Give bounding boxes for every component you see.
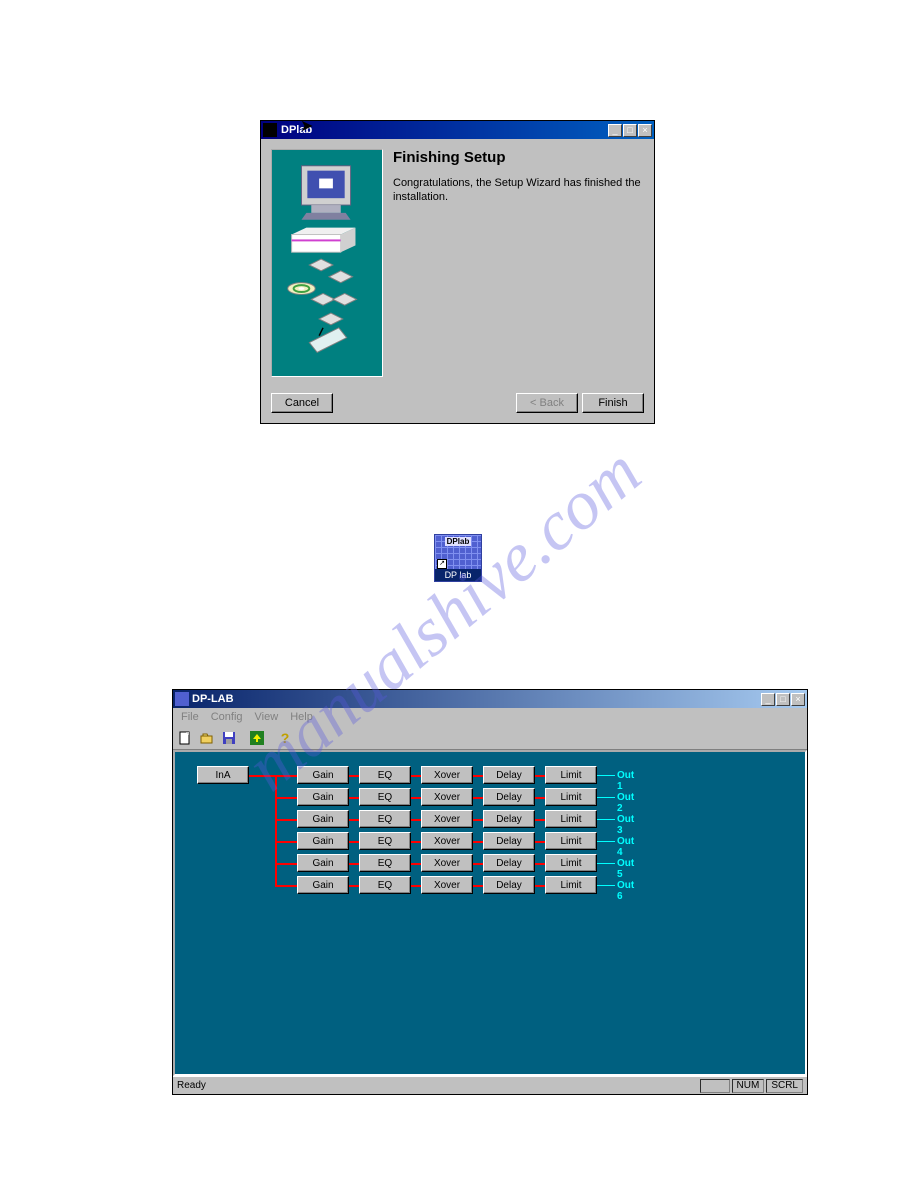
output-label: Out 5 [617, 858, 634, 880]
limit-button[interactable]: Limit [545, 766, 597, 784]
app-title: DP-LAB [192, 693, 760, 705]
setup-dialog: DPlab _ □ × [260, 120, 655, 424]
output-label: Out 2 [617, 792, 634, 814]
help-icon[interactable]: ? [275, 728, 295, 748]
limit-button[interactable]: Limit [545, 810, 597, 828]
limit-button[interactable]: Limit [545, 788, 597, 806]
minimize-button[interactable]: _ [608, 124, 622, 137]
status-blank [700, 1079, 730, 1093]
setup-title: DPlab [281, 124, 607, 136]
setup-titlebar[interactable]: DPlab _ □ × [261, 121, 654, 139]
xover-button[interactable]: Xover [421, 766, 473, 784]
eq-button[interactable]: EQ [359, 810, 411, 828]
eq-button[interactable]: EQ [359, 788, 411, 806]
wizard-heading: Finishing Setup [393, 149, 644, 166]
app-titlebar[interactable]: DP-LAB _ □ × [173, 690, 807, 708]
output-label: Out 6 [617, 880, 634, 902]
dplab-shortcut[interactable]: DPlab ↗ DP lab [434, 534, 484, 582]
xover-button[interactable]: Xover [421, 810, 473, 828]
input-a-button[interactable]: InA [197, 766, 249, 784]
icon-top-label: DPlab [445, 537, 472, 546]
delay-button[interactable]: Delay [483, 854, 535, 872]
delay-button[interactable]: Delay [483, 832, 535, 850]
gain-button[interactable]: Gain [297, 810, 349, 828]
app-title-icon [175, 692, 189, 706]
menu-config[interactable]: Config [205, 709, 249, 725]
open-folder-icon[interactable] [197, 728, 217, 748]
app-icon [263, 123, 277, 137]
menubar: File Config View Help [173, 708, 807, 726]
gain-button[interactable]: Gain [297, 766, 349, 784]
wizard-message: Congratulations, the Setup Wizard has fi… [393, 176, 644, 205]
signal-canvas: InA Gain EQ Xover Delay Limit Out 1 Gain EQ Xover… [173, 750, 807, 1076]
xover-button[interactable]: Xover [421, 788, 473, 806]
back-button: < Back [516, 393, 578, 413]
xover-button[interactable]: Xover [421, 876, 473, 894]
delay-button[interactable]: Delay [483, 788, 535, 806]
menu-help[interactable]: Help [284, 709, 319, 725]
status-num: NUM [732, 1079, 765, 1093]
cancel-button[interactable]: Cancel [271, 393, 333, 413]
maximize-button[interactable]: □ [623, 124, 637, 137]
output-label: Out 3 [617, 814, 634, 836]
delay-button[interactable]: Delay [483, 810, 535, 828]
close-button[interactable]: × [638, 124, 652, 137]
menu-file[interactable]: File [175, 709, 205, 725]
limit-button[interactable]: Limit [545, 854, 597, 872]
output-label: Out 4 [617, 836, 634, 858]
gain-button[interactable]: Gain [297, 832, 349, 850]
toolbar: ? [173, 726, 807, 750]
gain-button[interactable]: Gain [297, 876, 349, 894]
statusbar: Ready NUM SCRL [173, 1076, 807, 1094]
limit-button[interactable]: Limit [545, 876, 597, 894]
status-scrl: SCRL [766, 1079, 803, 1093]
delay-button[interactable]: Delay [483, 876, 535, 894]
eq-button[interactable]: EQ [359, 854, 411, 872]
delay-button[interactable]: Delay [483, 766, 535, 784]
limit-button[interactable]: Limit [545, 832, 597, 850]
save-icon[interactable] [219, 728, 239, 748]
icon-bottom-label: DP lab [435, 569, 481, 581]
output-label: Out 1 [617, 770, 634, 792]
eq-button[interactable]: EQ [359, 766, 411, 784]
new-file-icon[interactable] [175, 728, 195, 748]
gain-button[interactable]: Gain [297, 788, 349, 806]
gain-button[interactable]: Gain [297, 854, 349, 872]
xover-button[interactable]: Xover [421, 854, 473, 872]
menu-view[interactable]: View [249, 709, 285, 725]
wizard-illustration [271, 149, 383, 377]
xover-button[interactable]: Xover [421, 832, 473, 850]
up-arrow-icon[interactable] [247, 728, 267, 748]
app-close-button[interactable]: × [791, 693, 805, 706]
app-maximize-button[interactable]: □ [776, 693, 790, 706]
eq-button[interactable]: EQ [359, 832, 411, 850]
eq-button[interactable]: EQ [359, 876, 411, 894]
app-minimize-button[interactable]: _ [761, 693, 775, 706]
finish-button[interactable]: Finish [582, 393, 644, 413]
dplab-window: DP-LAB _ □ × File Config View Help ? InA… [172, 689, 808, 1095]
shortcut-arrow-icon: ↗ [437, 559, 447, 569]
status-ready: Ready [177, 1080, 698, 1091]
